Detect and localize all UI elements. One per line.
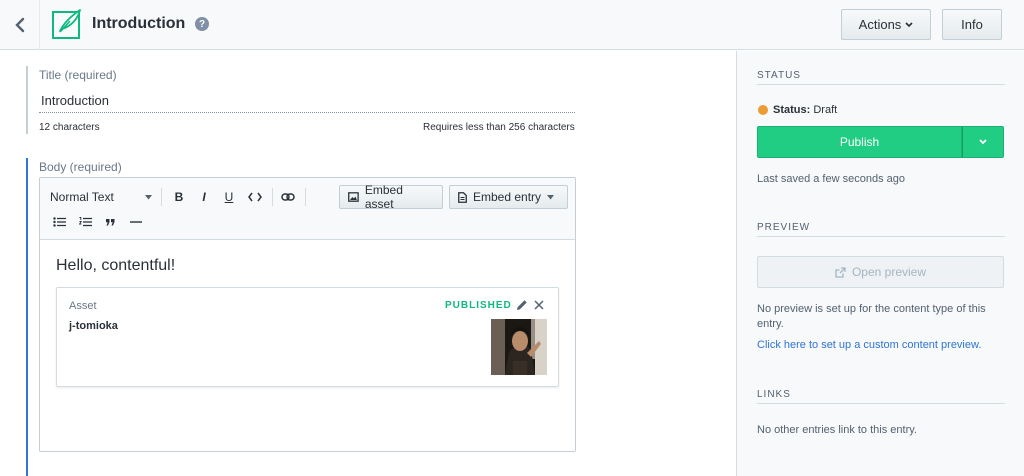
asset-type-label: Asset xyxy=(69,300,97,312)
embed-entry-label: Embed entry xyxy=(473,190,542,204)
status-value: Draft xyxy=(813,104,838,116)
asset-thumbnail xyxy=(491,319,547,375)
back-button[interactable] xyxy=(0,0,40,50)
edit-icon[interactable] xyxy=(516,299,528,311)
title-field-indicator xyxy=(26,66,28,134)
horizontal-rule-button[interactable] xyxy=(128,213,144,231)
title-field-label: Title (required) xyxy=(39,68,117,82)
bulleted-list-icon xyxy=(52,217,66,227)
rich-text-editor: Normal Text B I U Embed asset Embed entr… xyxy=(39,177,576,452)
publish-options-button[interactable] xyxy=(962,126,1004,158)
image-icon xyxy=(348,192,359,202)
links-note: No other entries link to this entry. xyxy=(757,424,917,436)
embed-asset-label: Embed asset xyxy=(364,183,403,211)
horizontal-rule-icon xyxy=(130,221,142,223)
setup-preview-link[interactable]: Click here to set up a custom content pr… xyxy=(757,339,981,351)
preview-section-title: PREVIEW xyxy=(757,222,811,233)
info-button[interactable]: Info xyxy=(942,9,1002,40)
external-link-icon xyxy=(835,266,846,278)
hyperlink-button[interactable] xyxy=(279,187,297,207)
preview-note-line1: No preview is set up for the content typ… xyxy=(757,303,986,315)
toolbar-divider xyxy=(305,188,306,206)
quote-icon xyxy=(105,219,114,226)
status-line: Status: Draft xyxy=(773,104,837,116)
help-icon[interactable]: ? xyxy=(195,17,209,31)
asset-name: j-tomioka xyxy=(69,320,118,332)
links-section-title: LINKS xyxy=(757,389,791,400)
caret-down-icon xyxy=(145,194,152,199)
rich-text-toolbar: Normal Text B I U Embed asset Embed entr… xyxy=(40,178,575,240)
section-divider xyxy=(757,403,1005,404)
numbered-list-icon xyxy=(78,217,92,227)
info-label: Info xyxy=(961,17,983,32)
open-preview-button[interactable]: Open preview xyxy=(757,256,1004,288)
open-preview-label: Open preview xyxy=(851,265,927,279)
asset-status-badge: PUBLISHED xyxy=(445,300,512,311)
title-input[interactable]: Introduction xyxy=(41,93,109,108)
embed-asset-button[interactable]: Embed asset xyxy=(339,183,443,211)
blockquote-button[interactable] xyxy=(102,213,118,231)
preview-note-line2: entry. xyxy=(757,318,784,330)
underline-button[interactable]: U xyxy=(221,187,237,207)
actions-button[interactable]: Actions xyxy=(841,9,931,40)
chevron-down-icon xyxy=(905,21,913,27)
italic-button[interactable]: I xyxy=(196,187,212,207)
publish-button[interactable]: Publish xyxy=(757,126,962,158)
title-char-count: 12 characters xyxy=(39,122,100,133)
link-icon xyxy=(281,193,295,201)
entry-quill-icon xyxy=(52,9,81,39)
chevron-down-icon xyxy=(979,139,987,145)
section-divider xyxy=(757,236,1005,237)
entry-sidebar: STATUS Status: Draft Publish Last saved … xyxy=(736,51,1024,476)
status-label: Status: xyxy=(773,104,811,116)
caret-down-icon xyxy=(547,194,555,199)
code-icon xyxy=(248,192,262,202)
document-icon xyxy=(458,191,467,203)
title-limit-hint: Requires less than 256 characters xyxy=(423,122,575,133)
toolbar-divider xyxy=(272,188,273,206)
text-format-select[interactable]: Normal Text xyxy=(50,187,156,207)
chevron-left-icon xyxy=(14,17,24,33)
top-bar: Introduction ? Actions Info xyxy=(0,0,1024,50)
actions-label: Actions xyxy=(858,17,902,32)
page-title: Introduction xyxy=(92,15,186,32)
close-icon[interactable] xyxy=(534,300,544,310)
document-heading[interactable]: Hello, contentful! xyxy=(56,257,175,275)
title-input-underline xyxy=(39,112,575,113)
embed-entry-button[interactable]: Embed entry xyxy=(449,185,568,209)
bold-button[interactable]: B xyxy=(171,187,187,207)
status-indicator-dot xyxy=(758,105,768,115)
status-section-title: STATUS xyxy=(757,70,801,81)
bulleted-list-button[interactable] xyxy=(51,213,67,231)
toolbar-divider xyxy=(161,188,162,206)
text-format-value: Normal Text xyxy=(50,190,114,204)
last-saved-text: Last saved a few seconds ago xyxy=(757,173,905,185)
numbered-list-button[interactable] xyxy=(77,213,93,231)
embedded-asset-card[interactable]: Asset j-tomioka PUBLISHED xyxy=(56,287,559,387)
body-field-label: Body (required) xyxy=(39,160,122,174)
section-divider xyxy=(757,84,1005,85)
body-field-indicator xyxy=(26,158,28,476)
code-button[interactable] xyxy=(246,187,264,207)
entry-editor: Title (required) Introduction 12 charact… xyxy=(0,51,736,476)
